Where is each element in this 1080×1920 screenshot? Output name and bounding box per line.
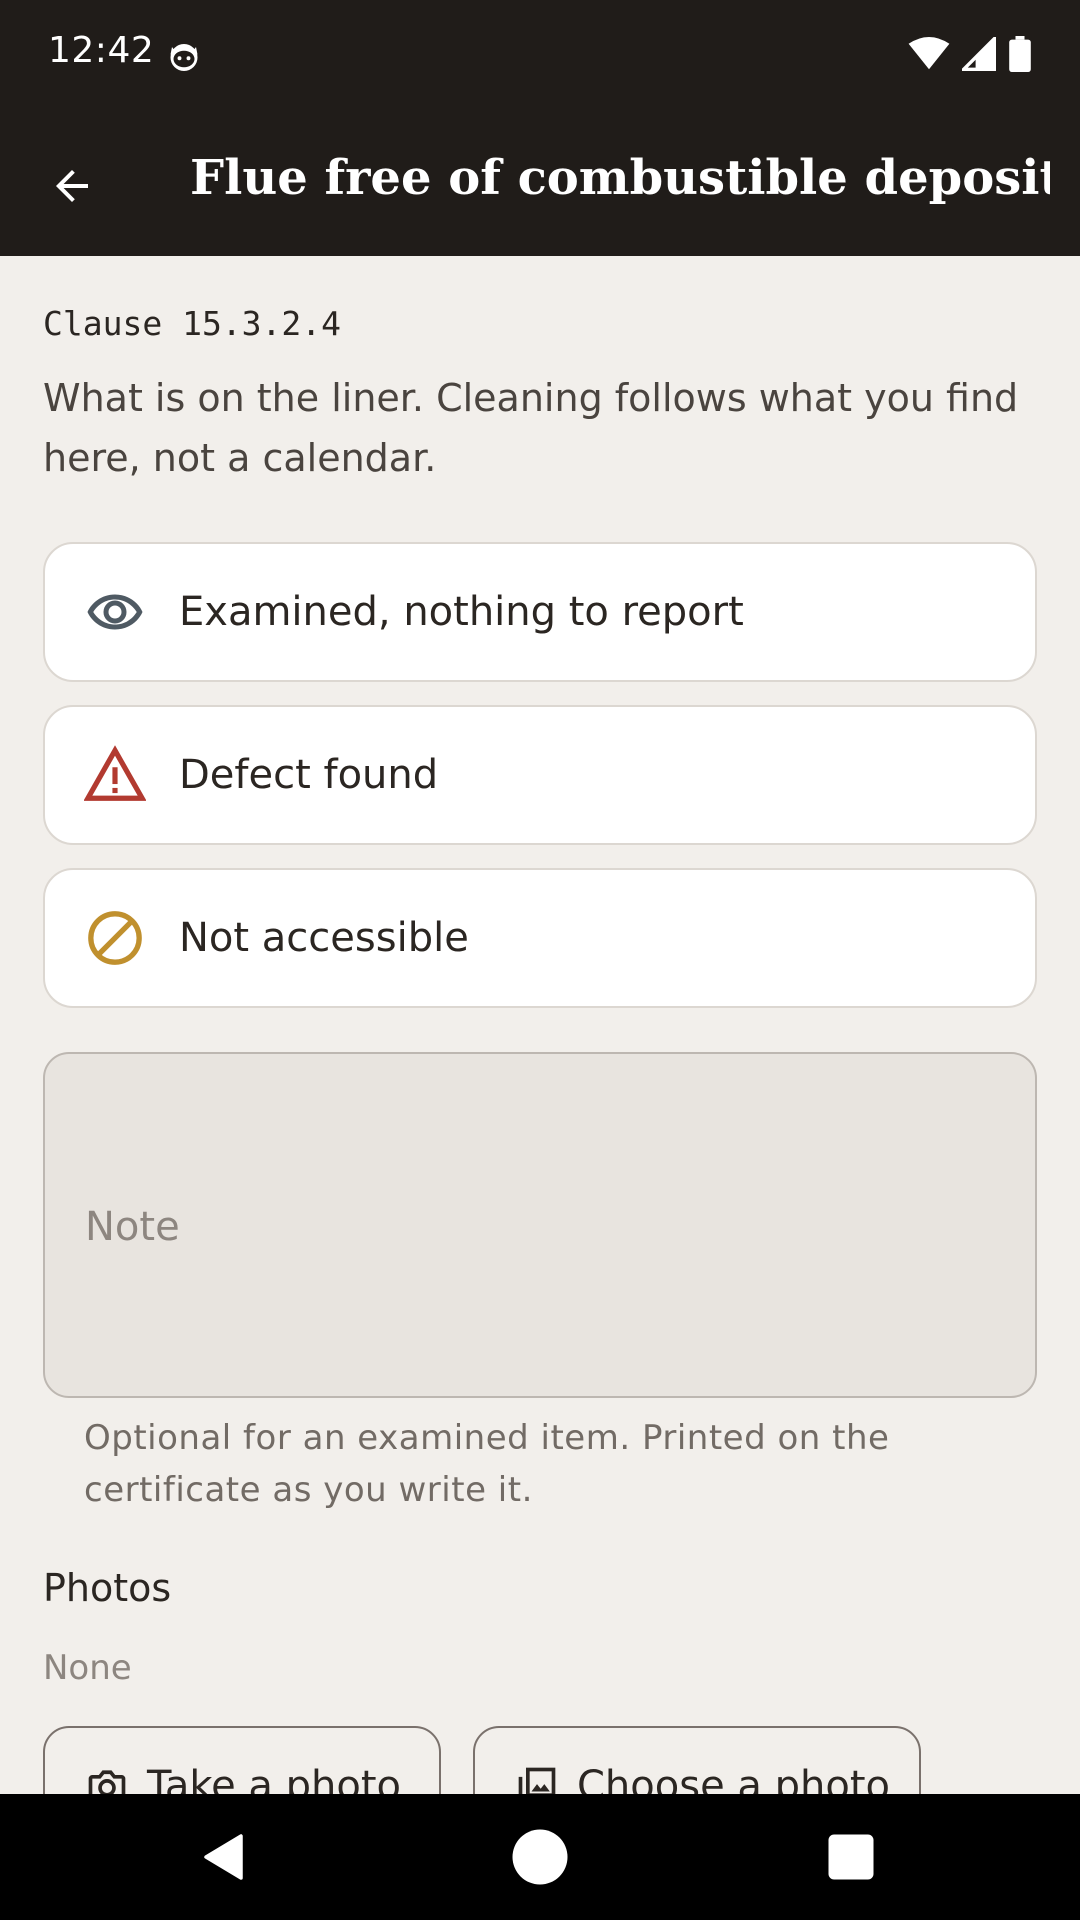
wifi-icon — [908, 37, 950, 70]
camera-icon — [88, 1770, 126, 1794]
app-bar: Flue free of combustible deposits — [0, 110, 1080, 256]
option-defect[interactable]: Defect found — [43, 705, 1037, 845]
battery-icon — [1009, 36, 1031, 72]
option-not-accessible[interactable]: Not accessible — [43, 868, 1037, 1008]
photos-heading: Photos — [43, 1566, 172, 1610]
eye-icon — [81, 578, 149, 646]
choose-photo-label: Choose a photo — [577, 1763, 890, 1794]
nav-recents-button[interactable] — [816, 1822, 886, 1892]
page-title: Flue free of combustible deposits — [190, 150, 1050, 206]
gallery-icon — [518, 1767, 556, 1794]
option-label: Not accessible — [179, 915, 469, 961]
arrow-back-icon — [56, 170, 88, 202]
photos-status: None — [43, 1648, 132, 1688]
option-label: Defect found — [179, 752, 439, 798]
option-examined[interactable]: Examined, nothing to report — [43, 542, 1037, 682]
note-field[interactable] — [43, 1052, 1037, 1398]
nav-home-icon — [512, 1829, 568, 1885]
choose-photo-button[interactable]: Choose a photo — [473, 1726, 921, 1794]
note-input[interactable] — [45, 1054, 1035, 1396]
nav-recents-icon — [828, 1834, 874, 1880]
clause-number: Clause 15.3.2.4 — [43, 304, 342, 343]
back-button[interactable] — [34, 148, 110, 224]
content-area[interactable]: Clause 15.3.2.4 What is on the liner. Cl… — [0, 256, 1080, 1794]
warning-icon — [81, 741, 149, 809]
nav-back-button[interactable] — [192, 1822, 262, 1892]
take-photo-label: Take a photo — [147, 1763, 401, 1794]
note-helper-text: Optional for an examined item. Printed o… — [84, 1418, 890, 1510]
nav-home-button[interactable] — [505, 1822, 575, 1892]
nav-back-icon — [204, 1834, 243, 1880]
navigation-bar — [0, 1794, 1080, 1920]
take-photo-button[interactable]: Take a photo — [43, 1726, 441, 1794]
option-label: Examined, nothing to report — [179, 589, 744, 635]
clause-description: What is on the liner. Cleaning follows w… — [43, 376, 1019, 480]
status-time: 12:42 — [48, 30, 155, 71]
cat-notification-icon — [170, 44, 198, 71]
no-entry-icon — [81, 904, 149, 972]
cell-signal-icon — [962, 37, 996, 71]
status-icons — [908, 36, 1032, 72]
status-bar: 12:42 — [0, 0, 1080, 110]
